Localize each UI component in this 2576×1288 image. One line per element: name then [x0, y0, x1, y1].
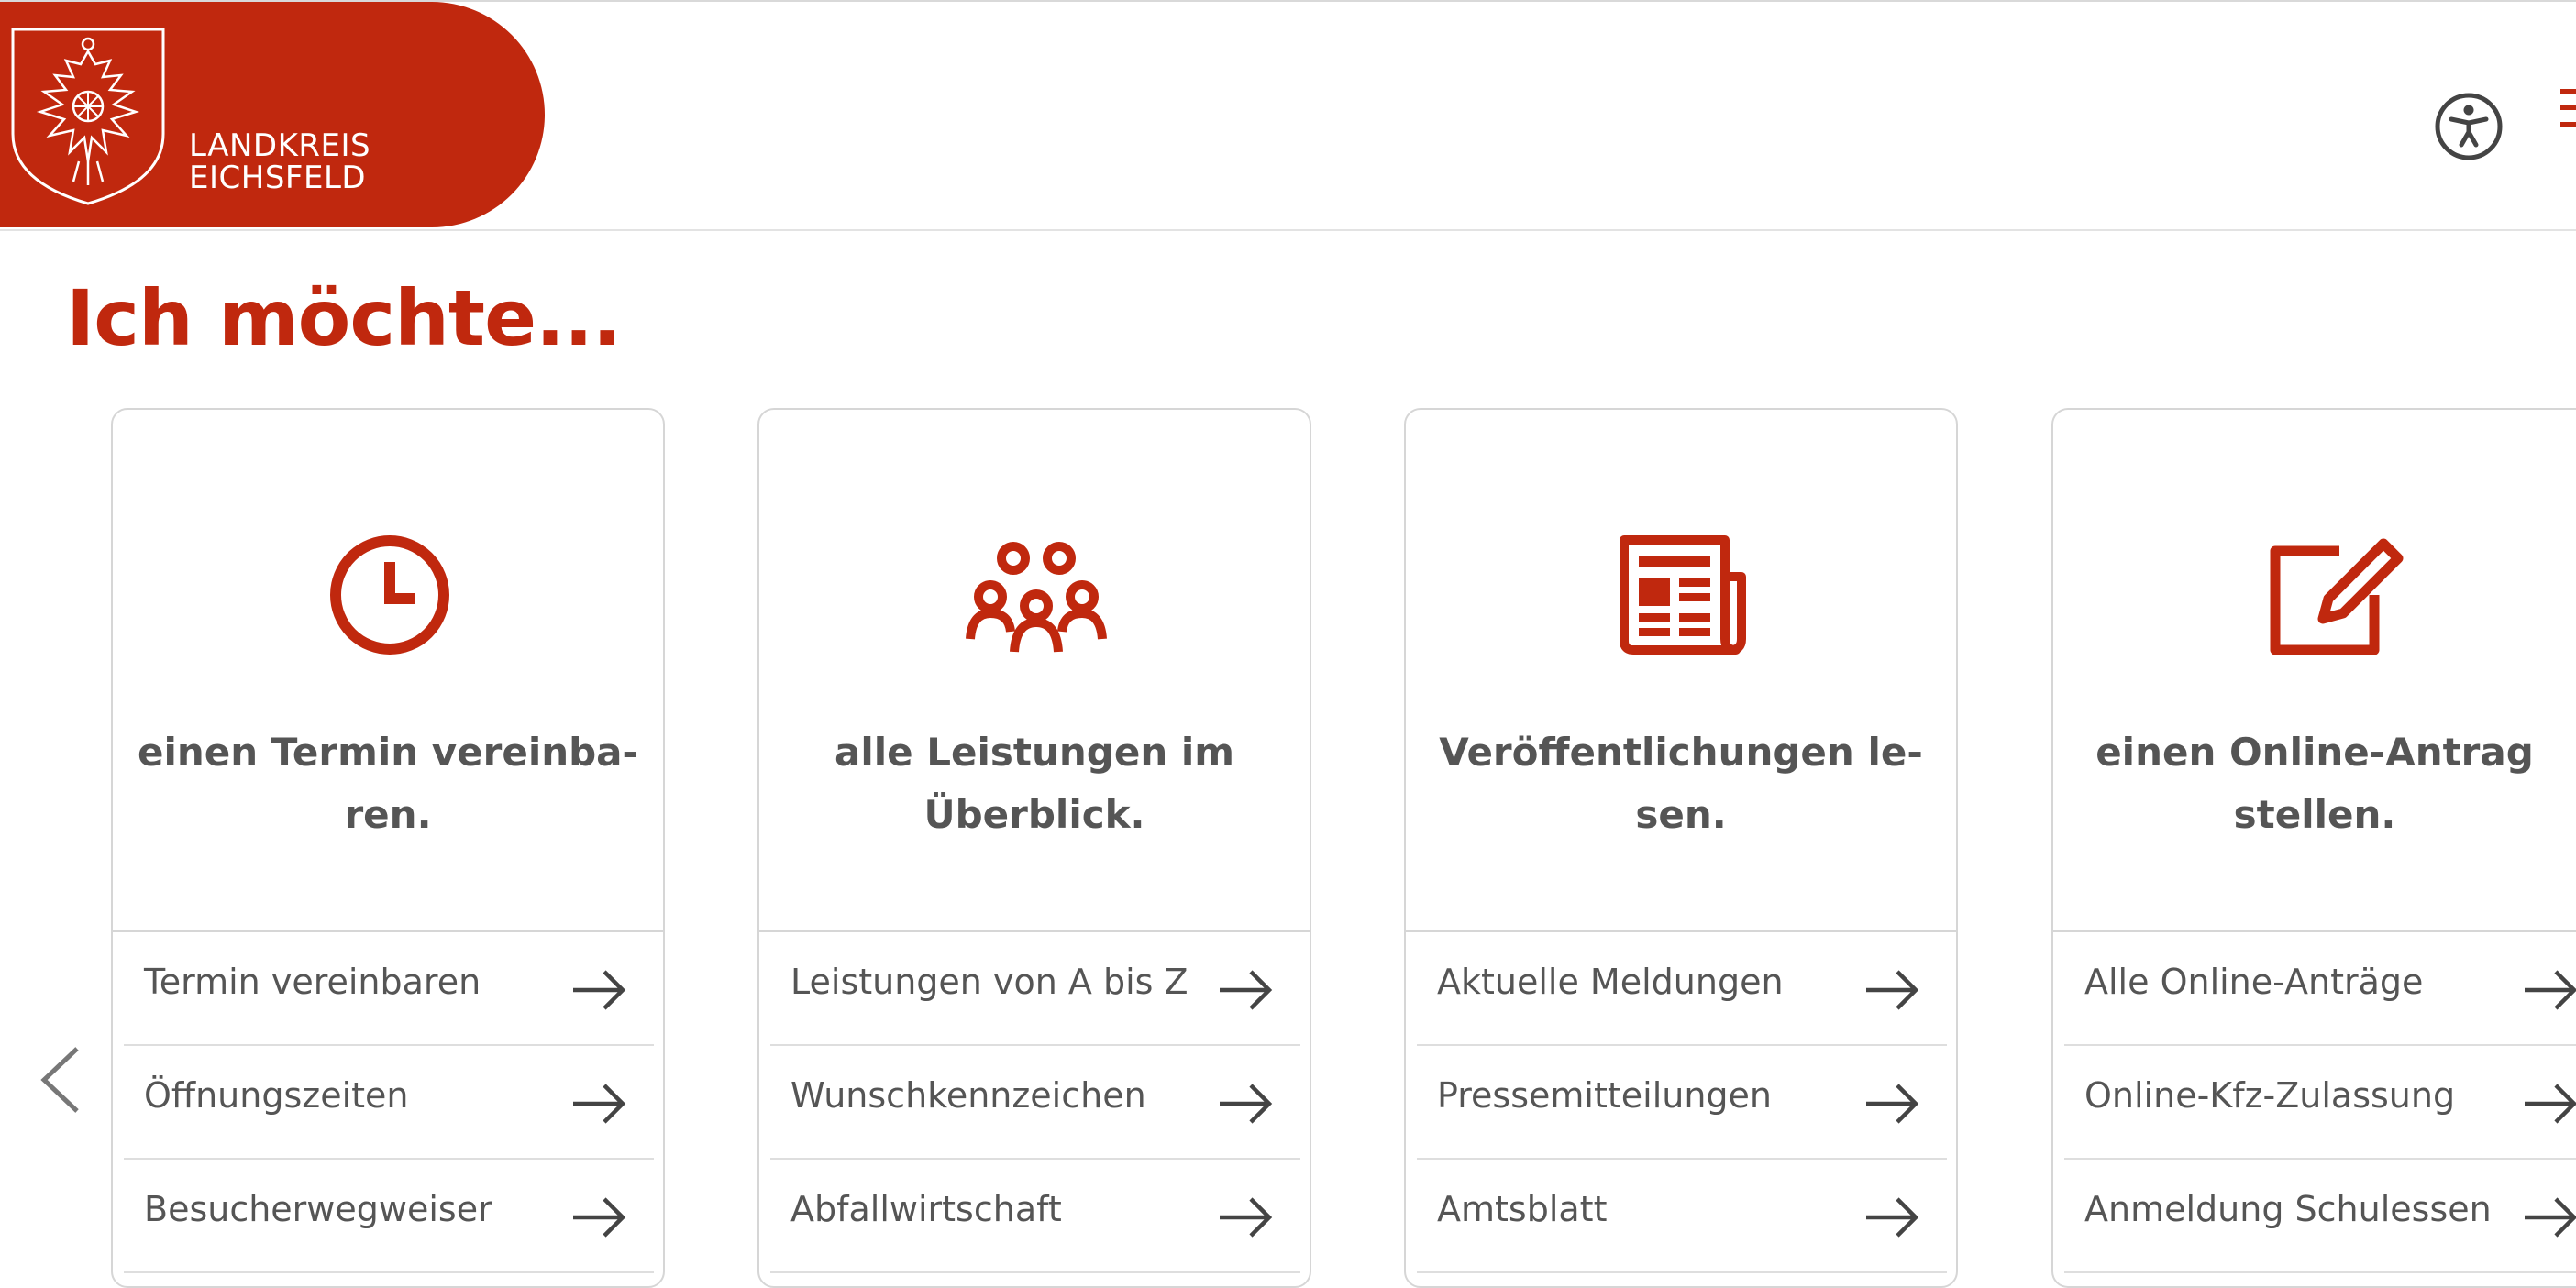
link-label: Amtsblatt: [1437, 1189, 1608, 1229]
link-label: Abfallwirtschaft: [790, 1189, 1062, 1229]
hamburger-menu-icon-bar: [2560, 105, 2576, 110]
link-aktuelle-meldungen[interactable]: Aktuelle Meldungen: [1417, 932, 1947, 1046]
carousel-prev-button[interactable]: [35, 1043, 84, 1117]
link-wunschkennzeichen[interactable]: Wunschkennzeichen: [770, 1046, 1300, 1160]
newspaper-icon: [1620, 535, 1746, 655]
logo-line-1: LANDKREIS: [189, 127, 371, 164]
link-label: Pressemitteilungen: [1437, 1075, 1773, 1116]
arrow-right-icon: [1866, 1197, 1919, 1238]
arrow-right-icon: [573, 1197, 626, 1238]
arrow-right-icon: [1220, 970, 1273, 1010]
hamburger-menu-icon-bar: [2560, 122, 2576, 127]
card-veroeffentlichungen: Veröffentlichungen le- sen. Aktuelle Mel…: [1404, 408, 1958, 1288]
arrow-right-icon: [573, 1084, 626, 1124]
link-label: Öffnungszeiten: [144, 1075, 409, 1116]
site-header: LANDKREIS EICHSFELD: [0, 2, 2576, 231]
logo-link[interactable]: LANDKREIS EICHSFELD: [0, 2, 545, 227]
coat-of-arms-icon: [11, 28, 165, 205]
card-termin: einen Termin vereinba- ren. Termin verei…: [111, 408, 665, 1288]
card-online-antrag: einen Online-Antrag stellen. Alle Online…: [2051, 408, 2576, 1288]
card-title: einen Termin vereinba- ren.: [138, 730, 638, 837]
arrow-right-icon: [1220, 1197, 1273, 1238]
edit-icon: [2270, 538, 2404, 655]
link-online-kfz-zulassung[interactable]: Online-Kfz-Zulassung: [2064, 1046, 2576, 1160]
link-label: Online-Kfz-Zulassung: [2084, 1075, 2456, 1116]
link-oeffnungszeiten[interactable]: Öffnungszeiten: [124, 1046, 654, 1160]
card-leistungen: alle Leistungen im Überblick. Leistungen…: [757, 408, 1311, 1288]
arrow-right-icon: [2525, 970, 2576, 1010]
link-label: Aktuelle Meldungen: [1437, 962, 1784, 1002]
arrow-right-icon: [1866, 970, 1919, 1010]
link-pressemitteilungen[interactable]: Pressemitteilungen: [1417, 1046, 1947, 1160]
arrow-right-icon: [573, 970, 626, 1010]
link-label: Besucherwegweiser: [144, 1189, 492, 1229]
link-label: Anmeldung Schulessen: [2084, 1189, 2492, 1229]
group-icon: [966, 542, 1107, 653]
arrow-right-icon: [1866, 1084, 1919, 1124]
menu-button[interactable]: [2560, 89, 2576, 144]
arrow-right-icon: [2525, 1197, 2576, 1238]
link-termin-vereinbaren[interactable]: Termin vereinbaren: [124, 932, 654, 1046]
hamburger-menu-icon: [2560, 89, 2576, 94]
accessibility-icon: [2435, 93, 2503, 160]
arrow-right-icon: [2525, 1084, 2576, 1124]
link-leistungen-a-z[interactable]: Leistungen von A bis Z: [770, 932, 1300, 1046]
link-label: Alle Online-Anträge: [2084, 962, 2424, 1002]
link-label: Leistungen von A bis Z: [790, 962, 1188, 1002]
logo-line-2: EICHSFELD: [189, 160, 367, 196]
chevron-left-icon: [40, 1047, 79, 1113]
link-besucherwegweiser[interactable]: Besucherwegweiser: [124, 1160, 654, 1273]
card-title: Veröffentlichungen le- sen.: [1439, 730, 1923, 837]
link-amtsblatt[interactable]: Amtsblatt: [1417, 1160, 1947, 1273]
page-title: Ich möchte...: [66, 273, 622, 363]
link-abfallwirtschaft[interactable]: Abfallwirtschaft: [770, 1160, 1300, 1273]
logo-text: LANDKREIS EICHSFELD: [189, 130, 370, 194]
link-anmeldung-schulessen[interactable]: Anmeldung Schulessen: [2064, 1160, 2576, 1273]
card-title: einen Online-Antrag stellen.: [2095, 730, 2534, 837]
link-alle-online-antraege[interactable]: Alle Online-Anträge: [2064, 932, 2576, 1046]
link-label: Wunschkennzeichen: [790, 1075, 1146, 1116]
arrow-right-icon: [1220, 1084, 1273, 1124]
clock-icon: [330, 535, 449, 655]
accessibility-button[interactable]: [2434, 92, 2504, 161]
link-label: Termin vereinbaren: [144, 962, 481, 1002]
card-title: alle Leistungen im Überblick.: [835, 730, 1234, 837]
